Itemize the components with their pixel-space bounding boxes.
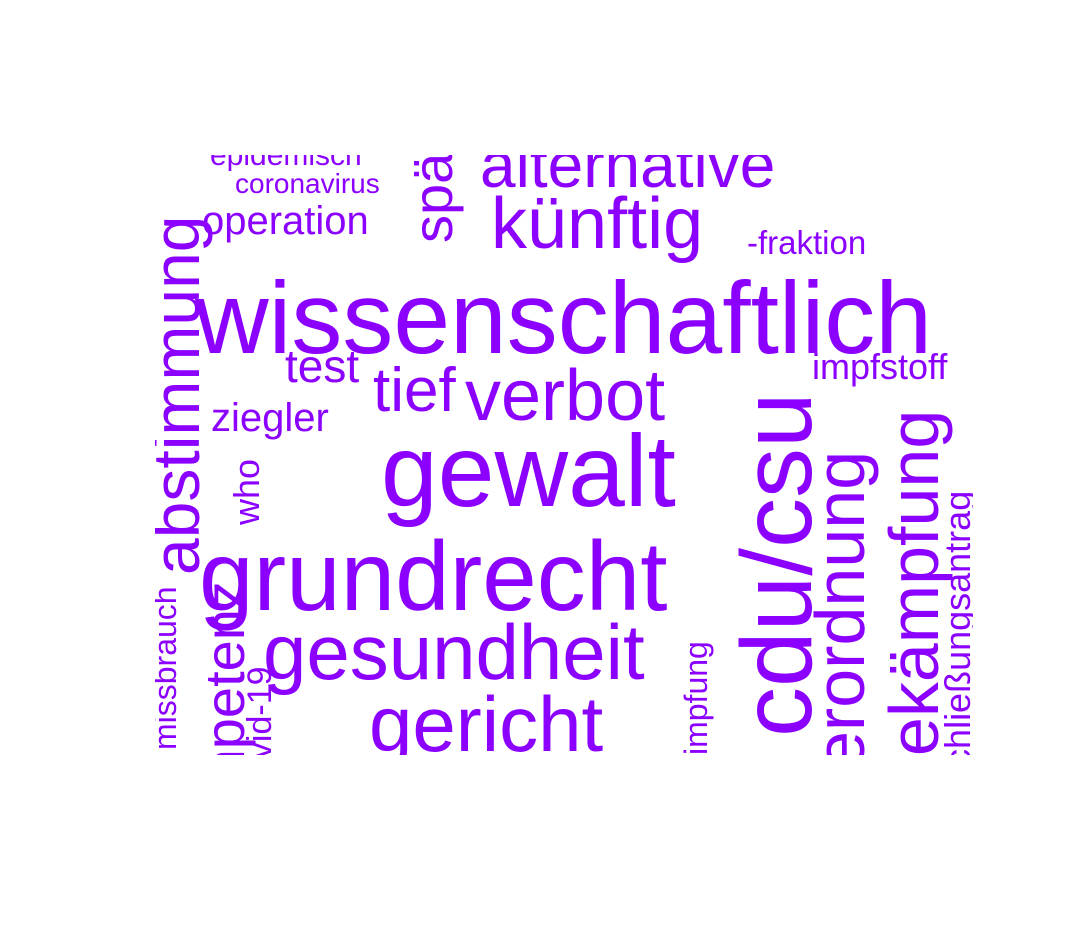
word-covid19: covid-19 — [241, 666, 279, 755]
word-verbot: verbot — [465, 356, 666, 436]
word-ziegler: ziegler — [211, 396, 329, 440]
word-coronavirus: coronavirus — [235, 168, 380, 199]
word-alternative: alternative — [480, 155, 776, 201]
word-gericht: gericht — [369, 680, 604, 755]
word-entschliessungsantrag: entschließungsantrag — [937, 490, 973, 755]
word-fraktion: -fraktion — [747, 224, 867, 261]
word-who: who — [226, 458, 267, 525]
word-epidemisch: epidemisch — [210, 155, 362, 172]
word-tief: tief — [373, 356, 456, 425]
word-test: test — [285, 340, 360, 392]
word-abstimmung: abstimmung — [155, 215, 213, 576]
word-impfung: impfung — [678, 641, 714, 755]
word-cloud: wissenschaftlich gewalt grundrecht gesun… — [155, 155, 973, 755]
word-verordnung: verordnung — [801, 450, 879, 755]
word-spaet: spät — [401, 155, 464, 243]
word-missbrauch: missbrauch — [155, 586, 183, 750]
word-operation: operation — [202, 199, 369, 243]
word-impfstoff: impfstoff — [812, 346, 948, 387]
